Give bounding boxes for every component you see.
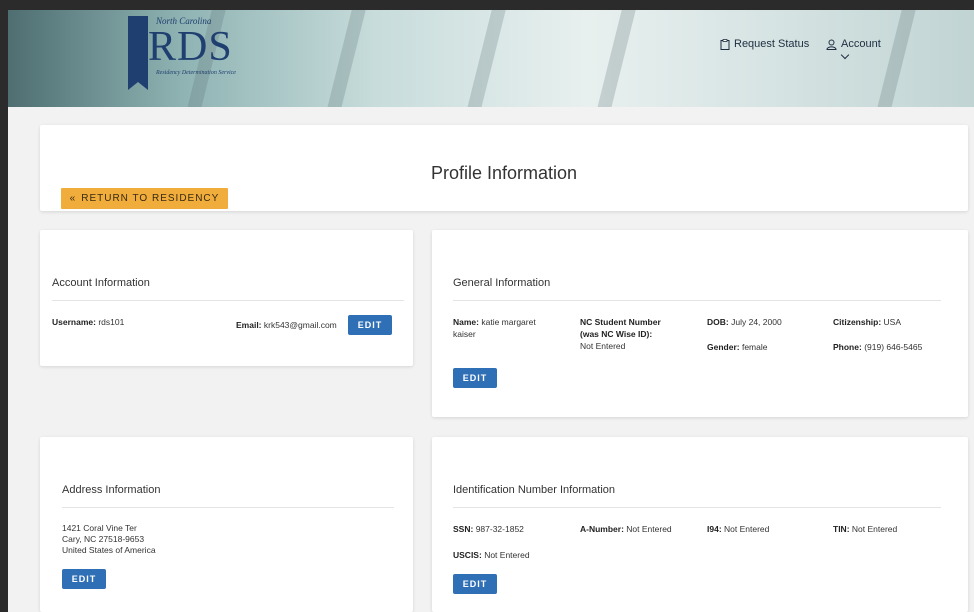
account-info-title: Account Information [52,277,150,289]
general-info-card: General Information Name: katie margaret… [432,230,968,417]
double-chevron-left-icon: « [69,193,77,204]
address-info-card: Address Information 1421 Coral Vine Ter … [40,437,413,612]
profile-header-card: Profile Information « RETURN TO RESIDENC… [40,125,968,211]
address-line-2: Cary, NC 27518-9653 [62,534,145,544]
username-value: rds101 [98,317,125,327]
ssn-value: 987-32-1852 [475,524,524,534]
email-field: Email: krk543@gmail.com [236,319,337,331]
tin-value: Not Entered [851,524,898,534]
citizenship-field: Citizenship: USA [833,316,901,328]
tin-field: TIN: Not Entered [833,523,897,535]
nc-student-number-field: NC Student Number (was NC Wise ID): Not … [580,316,690,352]
citizenship-value: USA [883,317,902,327]
name-value-2: kaiser [453,329,476,339]
account-label: Account [841,38,881,50]
uscis-field: USCIS: Not Entered [453,549,530,561]
a-number-field: A-Number: Not Entered [580,523,672,535]
header-decoration [321,10,369,107]
divider [453,300,941,301]
clipboard-icon [720,38,730,50]
gender-field: Gender: female [707,341,767,353]
logo-ribbon-icon [128,16,148,90]
identification-info-card: Identification Number Information SSN: 9… [432,437,968,612]
a-number-value: Not Entered [626,524,672,534]
phone-value: (919) 646-5465 [864,342,923,352]
tin-label: TIN: [833,524,850,534]
phone-field: Phone: (919) 646-5465 [833,341,922,353]
uscis-label: USCIS: [453,550,482,560]
ncsn-value: Not Entered [580,341,626,351]
edit-identification-button[interactable]: EDIT [453,574,497,594]
address-block: 1421 Coral Vine Ter Cary, NC 27518-9653 … [62,523,156,556]
dob-label: DOB: [707,317,729,327]
email-label: Email: [236,320,262,330]
account-info-card: Account Information Username: rds101 Ema… [40,230,413,366]
dob-field: DOB: July 24, 2000 [707,316,782,328]
account-menu[interactable]: Account [826,38,881,50]
divider [52,300,404,301]
return-button-label: RETURN TO RESIDENCY [81,193,220,204]
general-info-title: General Information [453,277,551,289]
ssn-label: SSN: [453,524,474,534]
edit-general-button[interactable]: EDIT [453,368,497,388]
ncsn-label-1: NC Student Number [580,317,661,327]
divider [453,507,941,508]
gender-value: female [741,342,768,352]
chevron-down-icon[interactable] [840,50,850,60]
uscis-value: Not Entered [484,550,530,560]
username-field: Username: rds101 [52,316,124,328]
i94-field: I94: Not Entered [707,523,769,535]
request-status-label: Request Status [734,38,810,50]
edit-account-button[interactable]: EDIT [348,315,392,335]
i94-value: Not Entered [724,524,770,534]
identification-info-title: Identification Number Information [453,484,616,496]
dob-value: July 24, 2000 [731,317,782,327]
address-line-1: 1421 Coral Vine Ter [62,523,137,533]
a-number-label: A-Number: [580,524,624,534]
site-header: North Carolina RDS Residency Determinati… [8,10,974,107]
edit-address-button[interactable]: EDIT [62,569,106,589]
rds-logo[interactable]: North Carolina RDS Residency Determinati… [126,16,266,92]
phone-label: Phone: [833,342,862,352]
email-value: krk543@gmail.com [263,320,337,330]
ncsn-label-2: (was NC Wise ID): [580,329,653,339]
address-info-title: Address Information [62,484,161,496]
header-decoration [461,10,509,107]
header-decoration [591,10,639,107]
name-label: Name: [453,317,479,327]
divider [62,507,394,508]
logo-sub-line: Residency Determination Service [156,70,236,76]
ssn-field: SSN: 987-32-1852 [453,523,524,535]
logo-main: RDS [148,24,233,70]
return-to-residency-button[interactable]: « RETURN TO RESIDENCY [61,188,228,209]
request-status-link[interactable]: Request Status [720,38,809,50]
user-icon [826,39,837,50]
page-title: Profile Information [430,163,578,183]
gender-label: Gender: [707,342,740,352]
name-value-1: katie margaret [481,317,536,327]
i94-label: I94: [707,524,722,534]
username-label: Username: [52,317,96,327]
address-line-3: United States of America [62,545,156,555]
name-field: Name: katie margaret kaiser [453,316,563,340]
page-frame: North Carolina RDS Residency Determinati… [8,10,974,612]
header-decoration [871,10,919,107]
citizenship-label: Citizenship: [833,317,882,327]
